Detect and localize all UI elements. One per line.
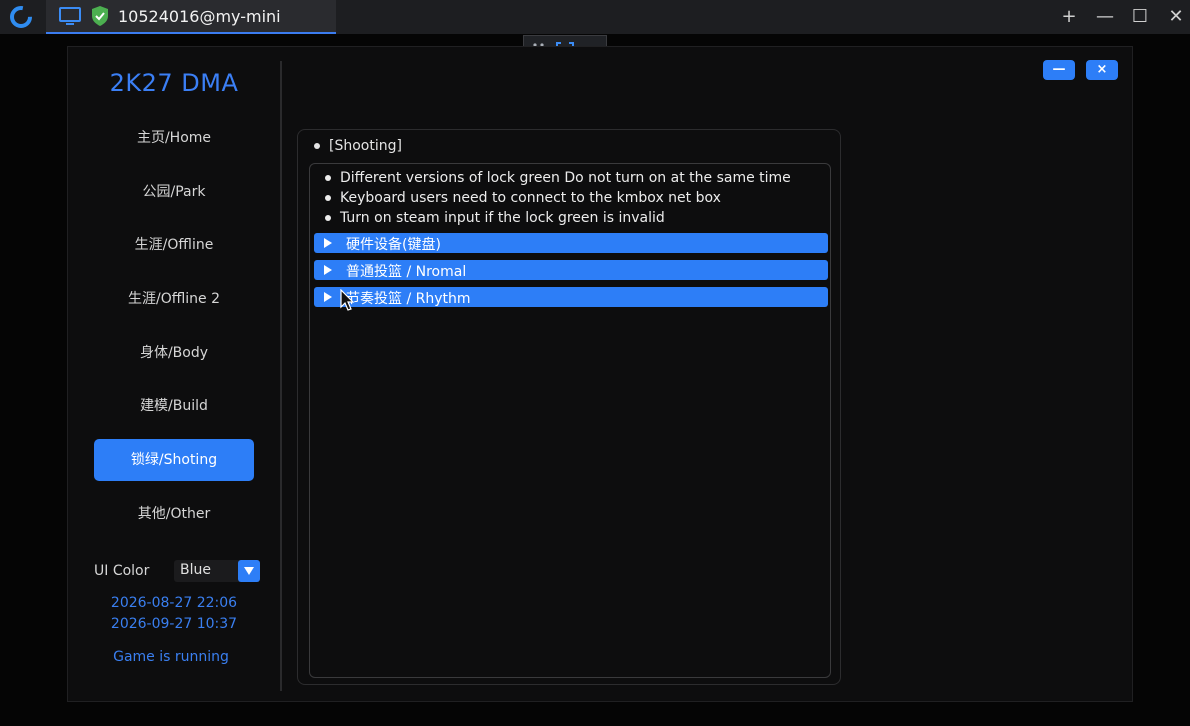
app-minimize-label: — [1052,62,1066,77]
note-item: Different versions of lock green Do not … [325,170,791,186]
nav-item-home[interactable]: 主页/Home [94,117,254,159]
session-tab[interactable]: 10524016@my-mini [46,0,336,34]
shield-check-icon [92,6,108,26]
date-start: 2026-08-27 22:06 [110,595,238,611]
nav-item-offline-2[interactable]: 生涯/Offline 2 [94,278,254,320]
bullet-icon [325,175,331,181]
group-label: 硬件设备(键盘) [346,237,441,253]
caret-down-icon [244,567,254,575]
session-title: 10524016@my-mini [118,7,281,26]
group-label: 节奏投篮 / Rhythm [346,291,471,307]
note-text: Different versions of lock green Do not … [340,170,791,186]
window-maximize-button[interactable]: ☐ [1127,4,1153,30]
dropdown-button[interactable] [238,560,260,582]
nav-item-build[interactable]: 建模/Build [94,385,254,427]
section-header[interactable]: [Shooting] [314,138,402,154]
expand-arrow-icon [324,265,332,275]
section-title: [Shooting] [329,138,402,154]
bullet-icon [325,215,331,221]
note-text: Turn on steam input if the lock green is… [340,210,665,226]
group-rhythm-shot[interactable]: 节奏投篮 / Rhythm [314,287,828,307]
app-brand: 2K27 DMA [109,69,239,97]
monitor-icon [59,7,81,25]
note-item: Keyboard users need to connect to the km… [325,190,721,206]
expand-arrow-icon [324,292,332,302]
window-close-button[interactable]: ✕ [1163,4,1189,30]
nav-item-shooting[interactable]: 锁绿/Shoting [94,439,254,481]
remote-app-logo-icon [10,6,32,28]
window-minimize-button[interactable]: — [1092,4,1118,30]
app-close-button[interactable]: × [1086,60,1118,80]
remote-desktop-titlebar: 10524016@my-mini + — ☐ ✕ [0,0,1190,34]
bullet-icon [314,143,320,149]
shooting-panel: [Shooting] Different versions of lock gr… [297,129,841,685]
expand-arrow-icon [324,238,332,248]
nav-item-body[interactable]: 身体/Body [94,332,254,374]
date-expiry: 2026-09-27 10:37 [110,616,238,632]
sidebar: 2K27 DMA 主页/Home 公园/Park 生涯/Offline 生涯/O… [68,47,280,701]
nav-item-other[interactable]: 其他/Other [94,493,254,535]
app-close-label: × [1096,62,1108,77]
group-hardware-keyboard[interactable]: 硬件设备(键盘) [314,233,828,253]
note-item: Turn on steam input if the lock green is… [325,210,665,226]
ui-color-label: UI Color [94,563,150,579]
section-body: Different versions of lock green Do not … [309,163,831,678]
group-normal-shot[interactable]: 普通投篮 / Nromal [314,260,828,280]
nav-item-offline[interactable]: 生涯/Offline [94,224,254,266]
group-label: 普通投篮 / Nromal [346,264,467,280]
mouse-cursor-icon [340,289,355,311]
app-window: 2K27 DMA 主页/Home 公园/Park 生涯/Offline 生涯/O… [67,46,1133,702]
game-status: Game is running [113,649,229,665]
app-minimize-button[interactable]: — [1043,60,1075,80]
ui-color-select[interactable]: Blue [174,560,260,582]
nav-item-park[interactable]: 公园/Park [94,171,254,213]
note-text: Keyboard users need to connect to the km… [340,190,721,206]
ui-color-value: Blue [180,562,211,578]
sidebar-divider [280,61,282,691]
new-tab-button[interactable]: + [1056,4,1082,30]
bullet-icon [325,195,331,201]
